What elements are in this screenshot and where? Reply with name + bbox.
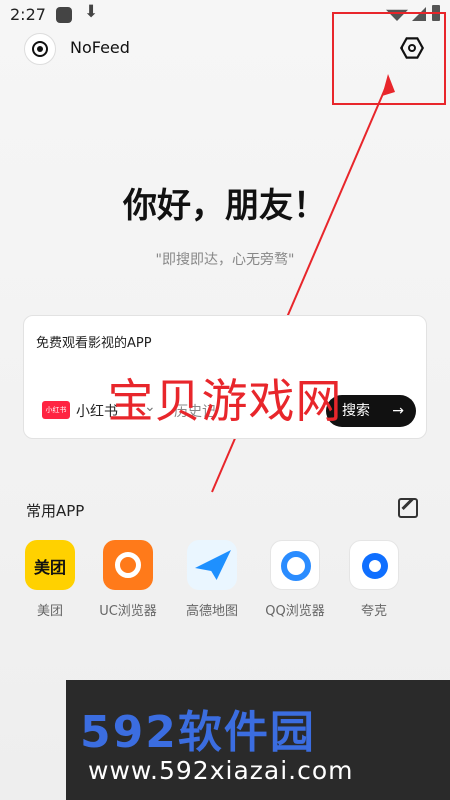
app-label: 高德地图 xyxy=(185,604,238,619)
app-title: NoFeed xyxy=(70,38,130,57)
common-apps-row: 美团 美团 UC浏览器 高德地图 QQ浏览器 夸克 xyxy=(0,540,450,630)
common-apps-title: 常用APP xyxy=(26,502,85,520)
app-item-quark[interactable]: 夸克 xyxy=(329,540,419,619)
watermark-text: 宝贝游戏网 xyxy=(107,374,343,428)
app-notification-icon xyxy=(56,7,72,23)
greeting-heading: 你好，朋友！ xyxy=(123,186,327,226)
app-label: QQ浏览器 xyxy=(265,604,325,619)
slogan-text: "即搜即达，心无旁骛" xyxy=(155,252,295,268)
uc-browser-icon xyxy=(103,540,153,590)
download-icon: ⬇ xyxy=(84,2,99,22)
app-item-qq-browser[interactable]: QQ浏览器 xyxy=(250,540,340,619)
banner-title: 592软件园 xyxy=(80,707,316,758)
app-item-uc-browser[interactable]: UC浏览器 xyxy=(83,540,173,619)
edit-icon[interactable] xyxy=(398,498,418,518)
search-input[interactable]: 免费观看影视的APP xyxy=(36,332,152,351)
meituan-icon-text: 美团 xyxy=(33,558,66,577)
app-label: 美团 xyxy=(36,604,63,619)
meituan-icon: 美团 xyxy=(25,540,75,590)
watermark-banner: 592软件园 www.592xiazai.com xyxy=(66,680,450,800)
app-item-meituan[interactable]: 美团 美团 xyxy=(5,540,95,619)
status-time: 2:27 xyxy=(10,5,46,24)
quark-icon xyxy=(349,540,399,590)
highlight-box xyxy=(332,12,446,105)
app-label: 夸克 xyxy=(360,604,387,619)
app-item-gaode-map[interactable]: 高德地图 xyxy=(167,540,257,619)
qq-browser-icon xyxy=(270,540,320,590)
app-label: UC浏览器 xyxy=(99,604,157,619)
banner-url: www.592xiazai.com xyxy=(88,756,354,785)
target-logo-icon xyxy=(24,33,56,65)
gaode-map-icon xyxy=(187,540,237,590)
